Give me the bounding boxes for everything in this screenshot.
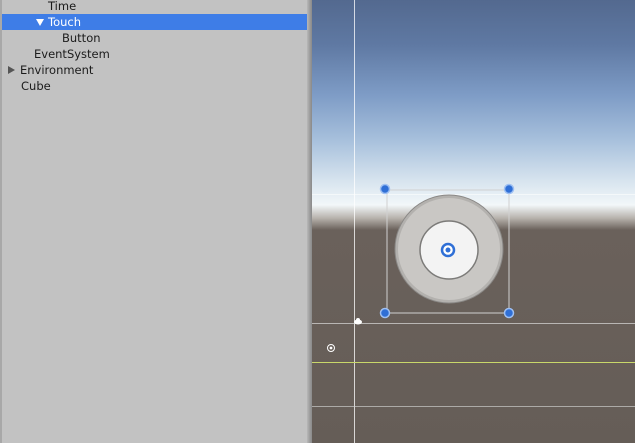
hierarchy-item-touch[interactable]: Touch <box>2 14 307 30</box>
hierarchy-item-environment[interactable]: Environment <box>2 62 307 78</box>
target-icon[interactable] <box>327 344 335 352</box>
hierarchy-item-label: Cube <box>21 79 51 93</box>
hierarchy-panel: Time Touch Button EventSystem Environmen… <box>0 0 307 443</box>
hierarchy-item-label: Touch <box>48 15 82 29</box>
light-icon[interactable] <box>354 318 362 325</box>
hierarchy-item-label: Button <box>62 31 101 45</box>
hierarchy-item-button[interactable]: Button <box>2 30 307 46</box>
hierarchy-item-label: Environment <box>20 63 94 77</box>
joystick-button[interactable] <box>394 194 504 304</box>
hierarchy-item-time[interactable]: Time <box>2 0 307 14</box>
scene-view[interactable] <box>312 0 635 443</box>
hierarchy-item-label: EventSystem <box>34 47 110 61</box>
hierarchy-item-eventsystem[interactable]: EventSystem <box>2 46 307 62</box>
fold-collapsed-icon[interactable] <box>8 66 15 74</box>
hierarchy-item-cube[interactable]: Cube <box>2 78 307 94</box>
scene-gizmos <box>327 183 515 352</box>
fold-expanded-icon[interactable] <box>36 19 44 26</box>
hierarchy-item-label: Time <box>48 0 77 13</box>
